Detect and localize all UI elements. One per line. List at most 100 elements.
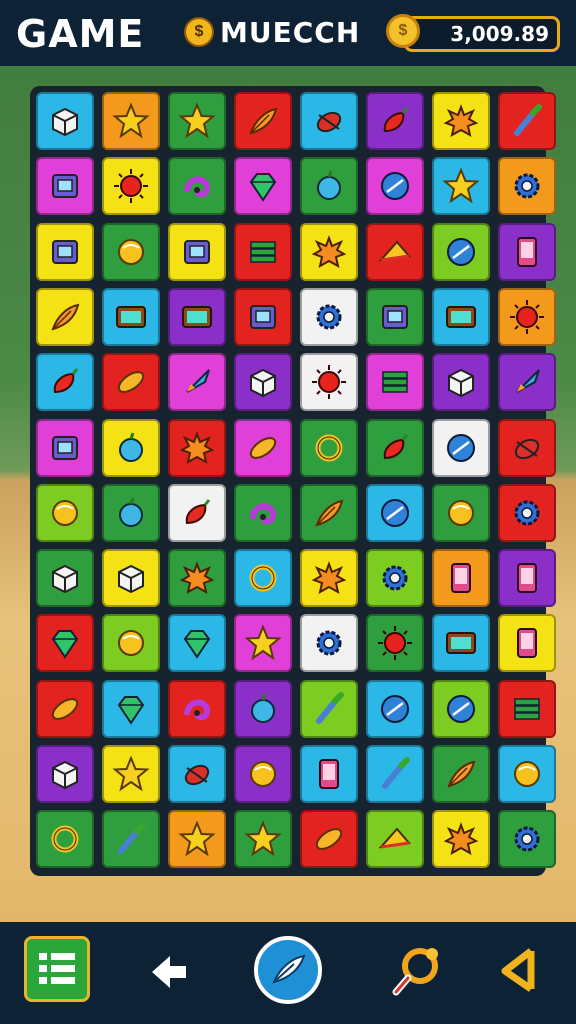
- tile-r4-c1[interactable]: [36, 287, 94, 346]
- tile-r5-c1[interactable]: [36, 353, 94, 412]
- tile-r12-c8[interactable]: [498, 810, 556, 869]
- tile-r11-c8[interactable]: [498, 745, 556, 803]
- tile-r7-c3[interactable]: [168, 483, 226, 542]
- tile-r1-c6[interactable]: [366, 92, 424, 150]
- player-badge[interactable]: $ MUECCH: [184, 14, 360, 50]
- tile-r6-c4[interactable]: [234, 418, 292, 477]
- tile-r12-c7[interactable]: [432, 810, 490, 869]
- tile-r2-c1[interactable]: [36, 157, 94, 216]
- tile-r8-c8[interactable]: [498, 549, 556, 608]
- tile-r8-c7[interactable]: [432, 549, 490, 608]
- tile-r10-c8[interactable]: [498, 679, 556, 738]
- tile-r12-c5[interactable]: [300, 810, 358, 869]
- tile-r12-c2[interactable]: [102, 810, 160, 869]
- tile-r1-c3[interactable]: [168, 92, 226, 150]
- tile-r3-c6[interactable]: [366, 222, 424, 281]
- tile-r4-c4[interactable]: [234, 287, 292, 346]
- tile-r1-c4[interactable]: [234, 92, 292, 150]
- tile-r2-c3[interactable]: [168, 157, 226, 216]
- tile-r4-c7[interactable]: [432, 287, 490, 346]
- tile-r4-c6[interactable]: [366, 287, 424, 346]
- tile-r4-c3[interactable]: [168, 287, 226, 346]
- tile-r1-c7[interactable]: [432, 92, 490, 150]
- tile-r12-c4[interactable]: [234, 810, 292, 869]
- tile-r5-c3[interactable]: [168, 353, 226, 412]
- tile-r12-c3[interactable]: [168, 810, 226, 869]
- tile-r6-c5[interactable]: [300, 418, 358, 477]
- tile-r3-c1[interactable]: [36, 222, 94, 281]
- tile-r1-c8[interactable]: [498, 92, 556, 150]
- share-button[interactable]: [490, 940, 550, 1000]
- tile-r1-c1[interactable]: [36, 92, 94, 150]
- tile-r5-c5[interactable]: [300, 353, 358, 412]
- tile-r2-c2[interactable]: [102, 157, 160, 216]
- tile-r8-c5[interactable]: [300, 549, 358, 608]
- tile-r5-c8[interactable]: [498, 353, 556, 412]
- tile-r10-c2[interactable]: [102, 679, 160, 738]
- tile-r10-c4[interactable]: [234, 679, 292, 738]
- tile-r5-c4[interactable]: [234, 353, 292, 412]
- tile-r3-c2[interactable]: [102, 222, 160, 281]
- tile-r6-c6[interactable]: [366, 418, 424, 477]
- tile-r2-c6[interactable]: [366, 157, 424, 216]
- tile-r1-c2[interactable]: [102, 92, 160, 150]
- tile-r11-c7[interactable]: [432, 745, 490, 803]
- hint-button[interactable]: [386, 940, 448, 1002]
- tile-r11-c2[interactable]: [102, 745, 160, 803]
- tile-r9-c4[interactable]: [234, 614, 292, 673]
- tile-r9-c3[interactable]: [168, 614, 226, 673]
- tile-r9-c5[interactable]: [300, 614, 358, 673]
- tile-r5-c6[interactable]: [366, 353, 424, 412]
- menu-button[interactable]: [24, 936, 90, 1002]
- tile-r12-c1[interactable]: [36, 810, 94, 869]
- tile-r12-c6[interactable]: [366, 810, 424, 869]
- tile-r9-c1[interactable]: [36, 614, 94, 673]
- center-action-button[interactable]: [254, 936, 322, 1004]
- tile-r11-c4[interactable]: [234, 745, 292, 803]
- tile-r9-c6[interactable]: [366, 614, 424, 673]
- tile-r10-c7[interactable]: [432, 679, 490, 738]
- tile-r3-c3[interactable]: [168, 222, 226, 281]
- tile-r2-c7[interactable]: [432, 157, 490, 216]
- tile-r10-c5[interactable]: [300, 679, 358, 738]
- tile-r5-c2[interactable]: [102, 353, 160, 412]
- tile-r3-c4[interactable]: [234, 222, 292, 281]
- tile-r7-c5[interactable]: [300, 483, 358, 542]
- tile-r11-c5[interactable]: [300, 745, 358, 803]
- tile-r7-c4[interactable]: [234, 483, 292, 542]
- tile-r7-c1[interactable]: [36, 483, 94, 542]
- tile-r11-c6[interactable]: [366, 745, 424, 803]
- tile-r3-c8[interactable]: [498, 222, 556, 281]
- tile-r6-c3[interactable]: [168, 418, 226, 477]
- tile-r3-c5[interactable]: [300, 222, 358, 281]
- tile-r6-c7[interactable]: [432, 418, 490, 477]
- tile-r9-c2[interactable]: [102, 614, 160, 673]
- tile-r7-c6[interactable]: [366, 483, 424, 542]
- tile-r10-c3[interactable]: [168, 679, 226, 738]
- tile-r6-c8[interactable]: [498, 418, 556, 477]
- tile-r1-c5[interactable]: [300, 92, 358, 150]
- tile-r8-c3[interactable]: [168, 549, 226, 608]
- tile-r2-c8[interactable]: [498, 157, 556, 216]
- tile-r4-c8[interactable]: [498, 287, 556, 346]
- tile-r11-c1[interactable]: [36, 745, 94, 803]
- tile-r8-c4[interactable]: [234, 549, 292, 608]
- tile-r6-c2[interactable]: [102, 418, 160, 477]
- tile-r4-c2[interactable]: [102, 287, 160, 346]
- tile-r10-c6[interactable]: [366, 679, 424, 738]
- back-button[interactable]: [138, 942, 198, 1002]
- tile-r2-c5[interactable]: [300, 157, 358, 216]
- tile-r6-c1[interactable]: [36, 418, 94, 477]
- tile-r8-c1[interactable]: [36, 549, 94, 608]
- tile-r3-c7[interactable]: [432, 222, 490, 281]
- tile-r4-c5[interactable]: [300, 287, 358, 346]
- tile-r7-c7[interactable]: [432, 483, 490, 542]
- tile-r9-c8[interactable]: [498, 614, 556, 673]
- tile-r8-c6[interactable]: [366, 549, 424, 608]
- tile-r7-c2[interactable]: [102, 483, 160, 542]
- tile-r2-c4[interactable]: [234, 157, 292, 216]
- tile-r9-c7[interactable]: [432, 614, 490, 673]
- tile-r11-c3[interactable]: [168, 745, 226, 803]
- tile-r5-c7[interactable]: [432, 353, 490, 412]
- tile-r7-c8[interactable]: [498, 483, 556, 542]
